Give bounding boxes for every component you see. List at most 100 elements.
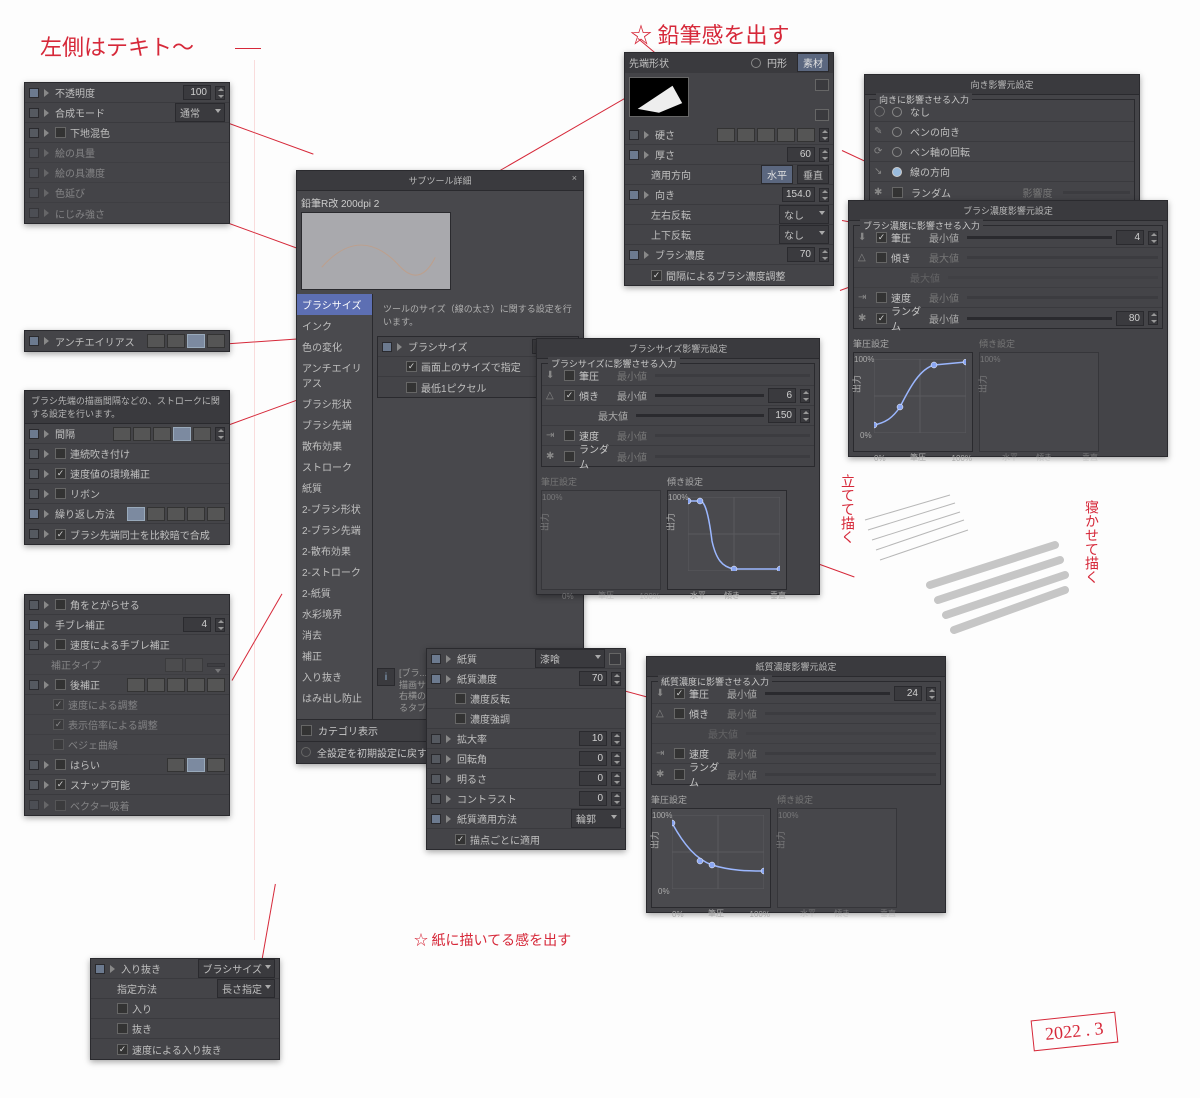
spinner[interactable]	[611, 792, 621, 806]
bright-value[interactable]: 0	[579, 771, 607, 786]
spinner[interactable]	[1148, 311, 1158, 325]
irinuki-dropdown[interactable]: ブラシサイズ	[198, 959, 276, 978]
checkbox-tilt[interactable]	[876, 252, 887, 263]
checkbox-sokudo-env[interactable]	[55, 468, 66, 479]
checkbox-sokudo-inout[interactable]	[117, 1044, 128, 1055]
hardness-thumbs[interactable]	[717, 128, 815, 142]
shitei-dropdown[interactable]: 長さ指定	[217, 979, 275, 998]
spinner[interactable]	[611, 772, 621, 786]
spinner[interactable]	[611, 752, 621, 766]
indicator[interactable]	[431, 654, 441, 664]
reset-button[interactable]: 全設定を初期設定に戻す	[317, 745, 427, 760]
indicator[interactable]	[29, 108, 39, 118]
expand-icon[interactable]	[445, 775, 453, 783]
expand-icon[interactable]	[643, 151, 651, 159]
category-item[interactable]: 消去	[297, 624, 372, 645]
expand-icon[interactable]	[43, 530, 51, 538]
opacity-value[interactable]: 100	[183, 85, 211, 100]
tebure-value[interactable]: 4	[183, 617, 211, 632]
category-item[interactable]: 紙質	[297, 477, 372, 498]
indicator[interactable]	[431, 794, 441, 804]
atohosei-thumbs[interactable]	[127, 678, 225, 692]
thickness-value[interactable]: 60	[787, 147, 815, 162]
spinner[interactable]	[819, 128, 829, 142]
indicator[interactable]	[29, 489, 39, 499]
aa-options[interactable]	[147, 334, 225, 348]
expand-icon[interactable]	[43, 109, 51, 117]
checkbox-sokudo-tebure[interactable]	[55, 639, 66, 650]
contrast-value[interactable]: 0	[579, 791, 607, 806]
indicator[interactable]	[629, 150, 639, 160]
checkbox-random[interactable]	[876, 313, 887, 324]
checkbox-kado[interactable]	[55, 599, 66, 610]
indicator[interactable]	[29, 529, 39, 539]
spinner[interactable]	[611, 732, 621, 746]
expand-icon[interactable]	[43, 621, 51, 629]
indicator[interactable]	[29, 429, 39, 439]
category-item[interactable]: 補正	[297, 645, 372, 666]
radio-none[interactable]	[892, 107, 902, 117]
direction-value[interactable]: 154.0	[782, 187, 815, 202]
spinner[interactable]	[1148, 231, 1158, 245]
checkbox-random[interactable]	[892, 187, 903, 198]
spinner[interactable]	[819, 188, 829, 202]
close-icon[interactable]: ×	[572, 173, 577, 183]
checkbox-random[interactable]	[674, 769, 685, 780]
checkbox-snap[interactable]	[55, 779, 66, 790]
spinner[interactable]	[800, 409, 810, 423]
indicator[interactable]	[29, 620, 39, 630]
checkbox-screen-size[interactable]	[406, 361, 417, 372]
category-item[interactable]: 2-ブラシ形状	[297, 498, 372, 519]
expand-icon[interactable]	[43, 450, 51, 458]
category-item[interactable]: はみ出し防止	[297, 687, 372, 708]
indicator[interactable]	[431, 814, 441, 824]
checkbox-pressure[interactable]	[876, 232, 887, 243]
pressure-min-value[interactable]: 24	[894, 686, 922, 701]
checkbox-harai[interactable]	[55, 759, 66, 770]
indicator[interactable]	[382, 342, 392, 352]
expand-icon[interactable]	[445, 735, 453, 743]
category-item[interactable]: ブラシ先端	[297, 414, 372, 435]
indicator[interactable]	[95, 964, 105, 974]
expand-icon[interactable]	[43, 510, 51, 518]
flip-v-dropdown[interactable]: なし	[779, 225, 829, 244]
checkbox-pressure[interactable]	[674, 688, 685, 699]
button-vert[interactable]: 垂直	[797, 165, 829, 184]
spinner[interactable]	[819, 248, 829, 262]
radio-round[interactable]	[751, 58, 761, 68]
expand-icon[interactable]	[43, 681, 51, 689]
indicator[interactable]	[29, 128, 39, 138]
spinner[interactable]	[215, 86, 225, 100]
indicator[interactable]	[29, 336, 39, 346]
spinner[interactable]	[819, 148, 829, 162]
interval-thumbs[interactable]	[113, 427, 211, 441]
expand-icon[interactable]	[43, 89, 51, 97]
checkbox-renzoku[interactable]	[55, 448, 66, 459]
paper-density-value[interactable]: 70	[579, 671, 607, 686]
expand-icon[interactable]	[445, 755, 453, 763]
category-item[interactable]: 2-ブラシ先端	[297, 519, 372, 540]
category-item[interactable]: ブラシ形状	[297, 393, 372, 414]
expand-icon[interactable]	[43, 430, 51, 438]
expand-icon[interactable]	[396, 343, 404, 351]
indicator[interactable]	[629, 130, 639, 140]
indicator[interactable]	[629, 250, 639, 260]
checkbox-interval-adj[interactable]	[651, 270, 662, 281]
checkbox-min1px[interactable]	[406, 382, 417, 393]
spinner[interactable]	[926, 687, 936, 701]
checkbox-density-inv[interactable]	[455, 693, 466, 704]
expand-icon[interactable]	[43, 761, 51, 769]
indicator[interactable]	[29, 680, 39, 690]
expand-icon[interactable]	[43, 641, 51, 649]
pressure-min-value[interactable]: 4	[1116, 230, 1144, 245]
expand-icon[interactable]	[43, 601, 51, 609]
scale-value[interactable]: 10	[579, 731, 607, 746]
expand-icon[interactable]	[445, 815, 453, 823]
expand-icon[interactable]	[643, 191, 651, 199]
category-item[interactable]: 2-紙質	[297, 582, 372, 603]
paper-dropdown[interactable]: 漆喰	[535, 649, 605, 668]
checkbox-out[interactable]	[117, 1023, 128, 1034]
expand-icon[interactable]	[643, 131, 651, 139]
checkbox-speed[interactable]	[564, 430, 575, 441]
checkbox-speed[interactable]	[674, 748, 685, 759]
